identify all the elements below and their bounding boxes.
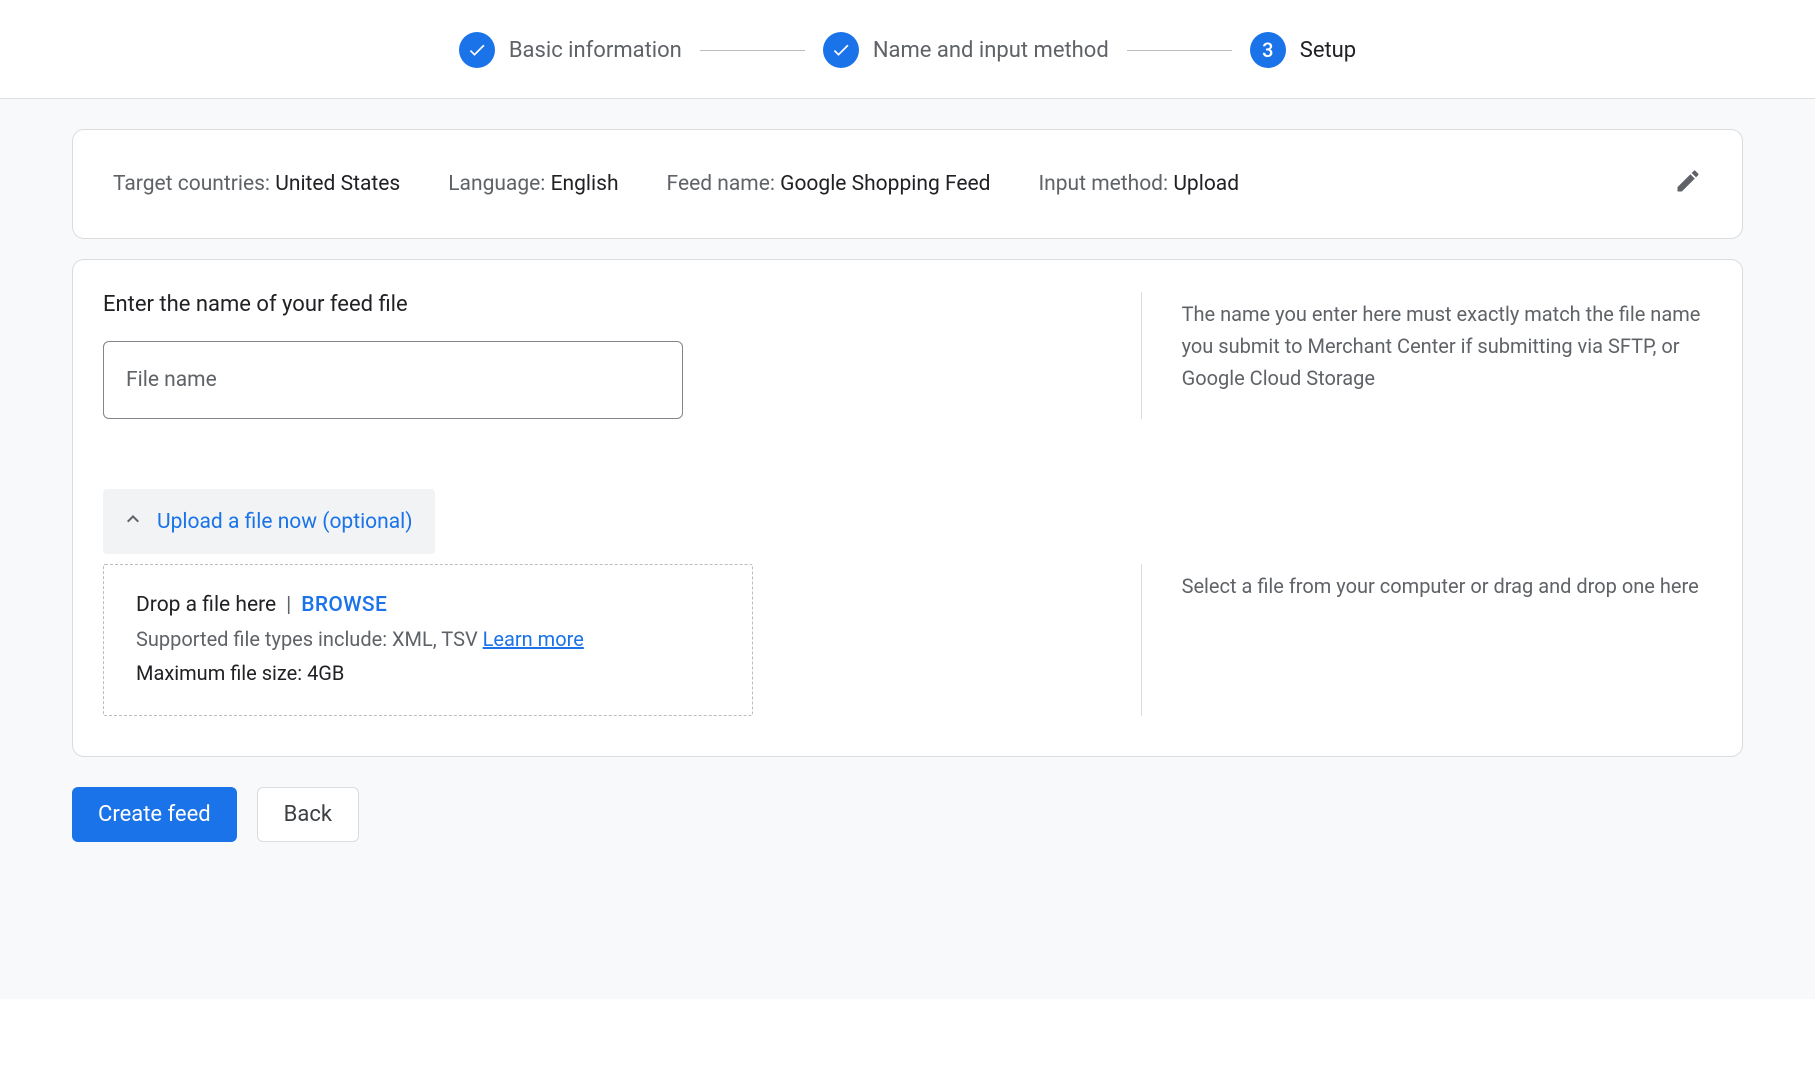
file-dropzone[interactable]: Drop a file here | BROWSE Supported file… — [103, 564, 753, 716]
step-connector — [1127, 50, 1232, 51]
learn-more-link[interactable]: Learn more — [483, 627, 584, 651]
step-label: Basic information — [509, 38, 682, 63]
summary-input-method: Input method: Upload — [1038, 172, 1239, 196]
step-label: Setup — [1300, 38, 1356, 63]
section-title: Enter the name of your feed file — [103, 292, 1101, 317]
help-text-upload: Select a file from your computer or drag… — [1141, 564, 1712, 716]
accordion-title: Upload a file now (optional) — [157, 510, 413, 534]
browse-button[interactable]: BROWSE — [301, 593, 387, 617]
edit-icon[interactable] — [1674, 167, 1702, 201]
step-number-badge: 3 — [1250, 32, 1286, 68]
drop-text: Drop a file here — [136, 593, 276, 617]
check-icon — [823, 32, 859, 68]
stepper: Basic information Name and input method … — [0, 0, 1815, 99]
back-button[interactable]: Back — [257, 787, 359, 842]
separator: | — [286, 593, 291, 617]
summary-target-countries: Target countries: United States — [113, 172, 400, 196]
supported-types-text: Supported file types include: XML, TSV — [136, 627, 483, 651]
summary-feed-name: Feed name: Google Shopping Feed — [667, 172, 991, 196]
max-size-text: Maximum file size: 4GB — [136, 661, 720, 685]
summary-card: Target countries: United States Language… — [72, 129, 1743, 239]
chevron-up-icon — [121, 507, 145, 536]
summary-language: Language: English — [448, 172, 618, 196]
step-basic-information[interactable]: Basic information — [459, 32, 682, 68]
step-label: Name and input method — [873, 38, 1109, 63]
setup-card: Enter the name of your feed file The nam… — [72, 259, 1743, 757]
check-icon — [459, 32, 495, 68]
create-feed-button[interactable]: Create feed — [72, 787, 237, 842]
content-area: Target countries: United States Language… — [0, 99, 1815, 999]
file-name-input[interactable] — [103, 341, 683, 419]
step-name-input-method[interactable]: Name and input method — [823, 32, 1109, 68]
upload-accordion-toggle[interactable]: Upload a file now (optional) — [103, 489, 435, 554]
action-bar: Create feed Back — [72, 787, 1743, 842]
step-setup[interactable]: 3 Setup — [1250, 32, 1356, 68]
step-connector — [700, 50, 805, 51]
help-text-file-name: The name you enter here must exactly mat… — [1141, 292, 1712, 419]
